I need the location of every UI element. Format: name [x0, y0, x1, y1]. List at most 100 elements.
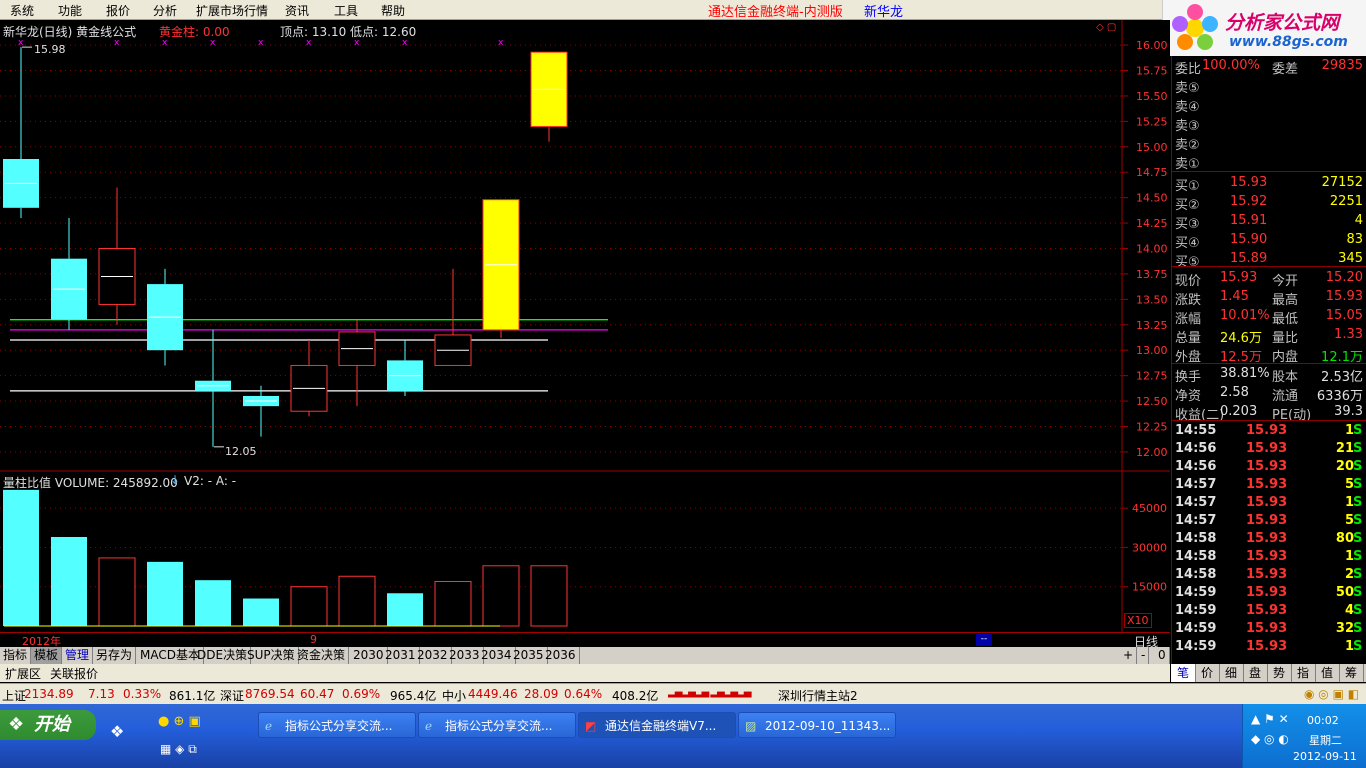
- signal-mark: x: [258, 38, 264, 48]
- quote-panel-tab[interactable]: 细: [1219, 664, 1244, 682]
- bid-volume: 4: [1354, 213, 1363, 228]
- quote-panel-tab[interactable]: 笔: [1171, 664, 1196, 682]
- quicklaunch-icons-row2[interactable]: ▦ ◈ ⧉: [160, 742, 197, 757]
- volume-tick-label: 45000: [1132, 502, 1167, 515]
- tab-dde[interactable]: DDE决策: [194, 647, 252, 664]
- volume-bar[interactable]: [530, 565, 568, 627]
- volume-bar[interactable]: [290, 586, 328, 627]
- tab-related-quote[interactable]: 关联报价: [50, 665, 98, 682]
- tick-time: 14:58: [1175, 531, 1217, 546]
- tray-icons-row2[interactable]: ◆ ◎ ◐: [1251, 732, 1289, 746]
- tick-volume: 5: [1344, 477, 1354, 492]
- menu-analysis[interactable]: 分析: [153, 2, 177, 19]
- zoom-reset-button[interactable]: 0: [1155, 647, 1170, 664]
- windows-logo-icon: ❖: [8, 714, 25, 735]
- task-label: 指标公式分享交流...: [445, 719, 553, 733]
- tick-price: 15.93: [1246, 549, 1288, 564]
- start-button[interactable]: ❖ 开始: [0, 710, 96, 740]
- volume-bar[interactable]: [243, 598, 279, 626]
- menu-help[interactable]: 帮助: [381, 2, 405, 19]
- task-browser-2[interactable]: ℯ 指标公式分享交流...: [418, 712, 576, 738]
- price-tick-label: 16.00: [1136, 39, 1168, 52]
- menu-quote[interactable]: 报价: [106, 2, 130, 19]
- task-browser-1[interactable]: ℯ 指标公式分享交流...: [258, 712, 416, 738]
- tick-volume: 4: [1344, 603, 1354, 618]
- status-tray-icons[interactable]: ◉ ◎ ▣ ◧: [1304, 687, 1359, 701]
- quote-value: 15.20: [1325, 270, 1363, 285]
- quicklaunch-icons[interactable]: ● ⊕ ▣: [158, 714, 201, 729]
- menu-tools[interactable]: 工具: [334, 2, 358, 19]
- quote-panel-tab[interactable]: 值: [1315, 664, 1340, 682]
- price-chart[interactable]: 16.00 15.75 15.50 15.25 15.00 14.75 14.50 14.25…: [0, 20, 1170, 472]
- price-tick-label: 15.25: [1136, 115, 1168, 128]
- tab-ext-area[interactable]: 扩展区: [5, 665, 41, 682]
- main-chart[interactable]: 16.00 15.75 15.50 15.25 15.00 14.75 14.50 14.25…: [0, 20, 1170, 632]
- tab-save-as[interactable]: 另存为: [93, 647, 137, 664]
- menu-news[interactable]: 资讯: [285, 2, 309, 19]
- tab-fund[interactable]: 资金决策: [294, 647, 350, 664]
- volume-bar[interactable]: [98, 557, 136, 627]
- tick-price: 15.93: [1246, 639, 1288, 654]
- price-tick-label: 12.50: [1136, 395, 1168, 408]
- gold-bar-label: 黄金柱: 0.00: [159, 25, 230, 39]
- task-label: 2012-09-10_11343...: [765, 719, 891, 733]
- tick-side: S: [1353, 459, 1363, 474]
- sz-index-label: 深证: [220, 689, 245, 703]
- quote-value: 15.05: [1325, 308, 1363, 323]
- ask-label: 卖①: [1175, 157, 1200, 172]
- zoom-out-button[interactable]: -: [1138, 647, 1150, 664]
- volume-bar[interactable]: [195, 580, 231, 626]
- taskbar: ❖ 开始 ❖ ● ⊕ ▣ ▦ ◈ ⧉ ℯ 指标公式分享交流... ℯ 指标公式分…: [0, 704, 1366, 768]
- quote-panel-tab[interactable]: 筹: [1339, 664, 1364, 682]
- menu-system[interactable]: 系统: [10, 2, 34, 19]
- volume-bar[interactable]: [51, 536, 87, 626]
- tab-sup[interactable]: SUP决策: [244, 647, 299, 664]
- tab-2036[interactable]: 2036: [542, 647, 580, 664]
- sh-index-pct: 0.33%: [123, 687, 162, 701]
- chart-options-icon[interactable]: ◇ ▢: [1096, 22, 1116, 33]
- bid-row: 买② 15.92 2251: [1172, 192, 1366, 213]
- quote-panel-tab[interactable]: 势: [1267, 664, 1292, 682]
- quote-row: 涨跌 1.45 最高 15.93: [1172, 287, 1366, 308]
- menu-bar: 系统 功能 报价 分析 扩展市场行情 资讯 工具 帮助 通达信金融终端-内测版 …: [0, 0, 1366, 56]
- tick-time: 14:55: [1175, 423, 1217, 438]
- task-tdx-terminal[interactable]: ◩ 通达信金融终端V7...: [578, 712, 736, 738]
- volume-bar[interactable]: [3, 489, 39, 626]
- volume-bar[interactable]: [387, 593, 423, 626]
- tick-price: 15.93: [1246, 603, 1288, 618]
- menu-ext-market[interactable]: 扩展市场行情: [196, 2, 268, 19]
- tab-indicator[interactable]: 指标: [0, 647, 32, 664]
- quote-panel-tab[interactable]: 指: [1291, 664, 1316, 682]
- quote-panel-tab[interactable]: 盘: [1243, 664, 1268, 682]
- tick-row: 14:56 15.93 21 S: [1172, 439, 1366, 457]
- tick-volume: 21: [1335, 441, 1354, 456]
- tick-time: 14:59: [1175, 621, 1217, 636]
- tray-icons[interactable]: ▲ ⚑ ✕: [1251, 712, 1289, 726]
- volume-bar[interactable]: [434, 580, 472, 627]
- volume-bar[interactable]: [338, 575, 376, 627]
- bid-volume: 83: [1346, 232, 1363, 247]
- server-name[interactable]: 深圳行情主站2: [778, 687, 858, 704]
- task-label: 指标公式分享交流...: [285, 719, 393, 733]
- peak-low-label: 顶点: 13.10 低点: 12.60: [280, 25, 417, 39]
- zoom-in-button[interactable]: +: [1120, 647, 1138, 664]
- sme-index-amount: 408.2亿: [612, 689, 659, 703]
- tick-row: 14:58 15.93 2 S: [1172, 565, 1366, 583]
- tab-manage[interactable]: 管理: [62, 647, 94, 664]
- quote-row: 外盘 12.5万 内盘 12.1万: [1172, 344, 1366, 365]
- price-tick-label: 14.75: [1136, 166, 1168, 179]
- tab-template[interactable]: 模板: [31, 647, 63, 664]
- app-quicklaunch-icon[interactable]: ❖: [110, 722, 124, 741]
- volume-chart[interactable]: 45000 30000 15000: [0, 472, 1170, 632]
- quote-panel-tab[interactable]: 价: [1195, 664, 1220, 682]
- volume-bar[interactable]: [482, 565, 520, 627]
- volume-bar[interactable]: [147, 561, 183, 626]
- menu-function[interactable]: 功能: [58, 2, 82, 19]
- tick-side: S: [1353, 477, 1363, 492]
- scroll-marker[interactable]: --: [976, 634, 992, 646]
- app-title: 通达信金融终端-内测版: [708, 5, 843, 20]
- tick-time: 14:56: [1175, 459, 1217, 474]
- site-logo: 分析家公式网 www.88gs.com: [1162, 0, 1366, 56]
- task-image-viewer[interactable]: ▨ 2012-09-10_11343...: [738, 712, 896, 738]
- clock-time[interactable]: 00:02: [1307, 714, 1339, 727]
